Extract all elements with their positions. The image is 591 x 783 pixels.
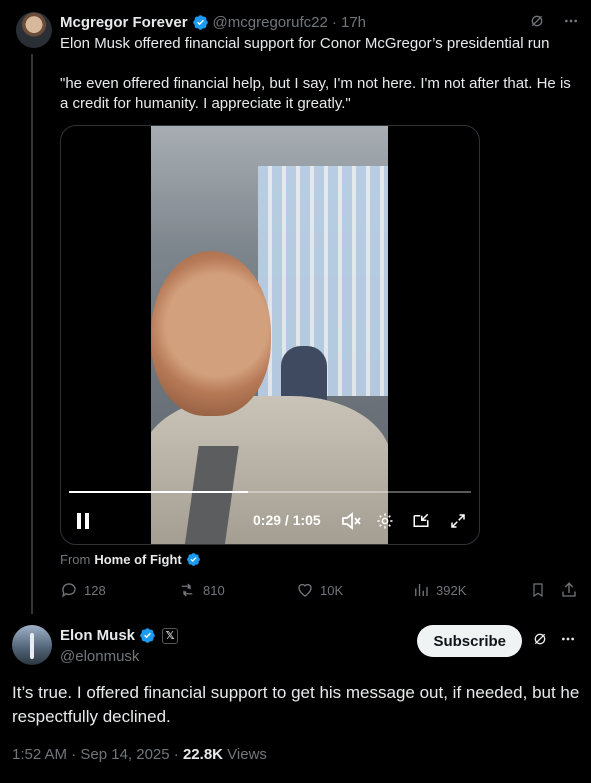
- avatar-mcgregor-forever[interactable]: [16, 12, 52, 48]
- tweet1-text: Elon Musk offered financial support for …: [60, 34, 580, 114]
- tweet2-views-label: Views: [223, 746, 267, 763]
- video-progress-bar[interactable]: [69, 491, 471, 493]
- video-player[interactable]: 0:29 / 1:05: [60, 125, 480, 545]
- like-button[interactable]: 10K: [296, 581, 343, 599]
- share-icon[interactable]: [560, 581, 578, 599]
- like-icon: [298, 583, 312, 597]
- subscribe-button[interactable]: Subscribe: [417, 625, 522, 657]
- more-icon[interactable]: [562, 12, 580, 30]
- views-count: 392K: [436, 582, 467, 598]
- tweet1-actions: 128 810 10K 392K: [60, 581, 580, 603]
- reply-button[interactable]: 128: [60, 581, 106, 599]
- views-button[interactable]: 392K: [412, 581, 466, 599]
- repost-count: 810: [203, 582, 225, 598]
- grok-icon[interactable]: [532, 631, 548, 652]
- like-count: 10K: [320, 582, 344, 598]
- views-icon: [415, 584, 428, 596]
- video-progress-fill: [69, 491, 249, 493]
- mute-icon[interactable]: [341, 512, 361, 530]
- reply-icon: [61, 583, 76, 598]
- tweet2-text: It’s true. I offered financial support t…: [12, 683, 580, 726]
- tweet2-author-name[interactable]: Elon Musk: [60, 627, 135, 644]
- video-source: From Home of Fight: [60, 552, 205, 567]
- pause-icon[interactable]: [75, 512, 91, 530]
- tweet1-header: Mcgregor Forever @mcgregorufc22 · 17h: [60, 12, 580, 32]
- avatar-elon-musk[interactable]: [12, 625, 52, 665]
- repost-icon: [181, 583, 193, 597]
- fullscreen-icon[interactable]: [449, 512, 467, 530]
- tweet2-meta: 1:52 AM · Sep 14, 2025 · 22.8K Views: [12, 746, 267, 763]
- from-label: From: [60, 552, 91, 567]
- verified-icon: [186, 553, 200, 566]
- video-frame[interactable]: [151, 126, 388, 544]
- repost-button[interactable]: 810: [177, 581, 225, 599]
- video-controls: 0:29 / 1:05: [61, 508, 479, 536]
- tweet2-views-count: 22.8K: [182, 746, 223, 763]
- verified-icon: [192, 14, 208, 30]
- grok-icon[interactable]: [528, 12, 546, 30]
- verified-icon: [140, 628, 155, 643]
- tweet2-handle[interactable]: @elonmusk: [60, 648, 139, 665]
- bookmark-icon[interactable]: [530, 581, 546, 599]
- thread-line: [31, 54, 33, 614]
- x-affiliate-badge[interactable]: 𝕏: [162, 627, 179, 644]
- settings-icon[interactable]: [376, 512, 394, 530]
- video-time: 0:29 / 1:05: [253, 512, 321, 528]
- tweet1-handle[interactable]: @mcgregorufc22: [213, 14, 328, 31]
- more-icon[interactable]: [560, 631, 576, 652]
- tweet1-author-name[interactable]: Mcgregor Forever: [60, 14, 188, 31]
- tweet2-timestamp[interactable]: 1:52 AM · Sep 14, 2025: [12, 746, 170, 763]
- tweet2-header: Elon Musk 𝕏 @elonmusk Subscribe: [60, 625, 580, 669]
- pip-icon[interactable]: [412, 512, 430, 530]
- reply-count: 128: [84, 582, 106, 598]
- video-face: [151, 251, 271, 416]
- from-source-link[interactable]: Home of Fight: [94, 552, 181, 567]
- tweet1-text-headline: Elon Musk offered financial support for …: [60, 35, 550, 52]
- tweet1-text-quote: "he even offered financial help, but I s…: [60, 75, 571, 112]
- tweet1-time[interactable]: · 17h: [332, 14, 366, 31]
- meta-separator: ·: [169, 746, 183, 763]
